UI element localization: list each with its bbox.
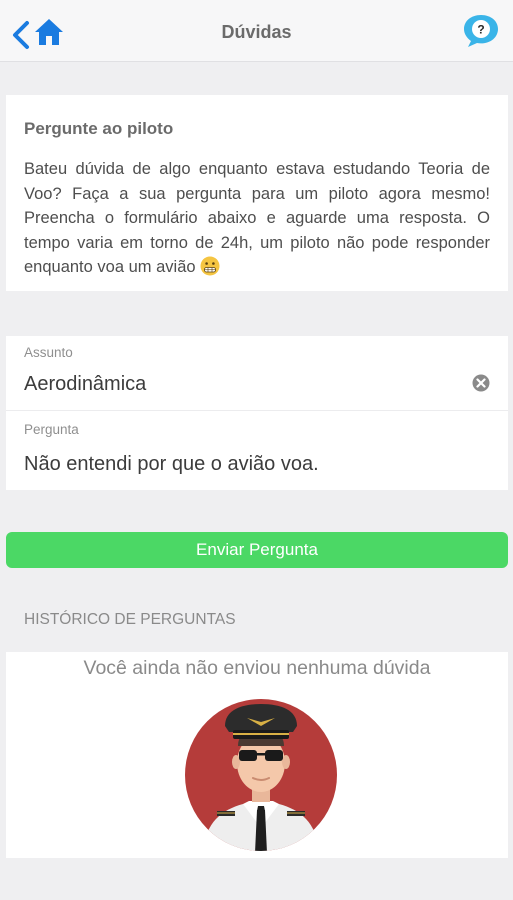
pilot-avatar-icon (185, 699, 337, 851)
send-question-button[interactable]: Enviar Pergunta (6, 532, 508, 568)
clear-icon[interactable] (472, 374, 490, 392)
history-header: HISTÓRICO DE PERGUNTAS (24, 611, 236, 628)
question-bubble-icon[interactable]: ? (461, 13, 501, 49)
intro-card: Pergunte ao piloto Bateu dúvida de algo … (6, 95, 508, 291)
svg-text:?: ? (477, 23, 484, 37)
intro-title: Pergunte ao piloto (24, 119, 174, 138)
question-label: Pergunta (24, 422, 79, 437)
subject-label: Assunto (24, 345, 73, 360)
field-divider (6, 410, 508, 411)
page-title: Dúvidas (221, 22, 292, 42)
intro-text: Bateu dúvida de algo enquanto estava est… (24, 157, 490, 280)
nav-bar: Dúvidas ? (0, 0, 513, 62)
empty-history-message: Você ainda não enviou nenhuma dúvida (83, 657, 431, 679)
history-card: Você ainda não enviou nenhuma dúvida (6, 652, 508, 858)
grimacing-face-icon (200, 256, 220, 276)
subject-input[interactable]: Aerodinâmica (24, 373, 146, 396)
question-input[interactable]: Não entendi por que o avião voa. (24, 453, 319, 476)
intro-body: Bateu dúvida de algo enquanto estava est… (24, 160, 490, 276)
question-form: Assunto Aerodinâmica Pergunta Não entend… (6, 336, 508, 490)
